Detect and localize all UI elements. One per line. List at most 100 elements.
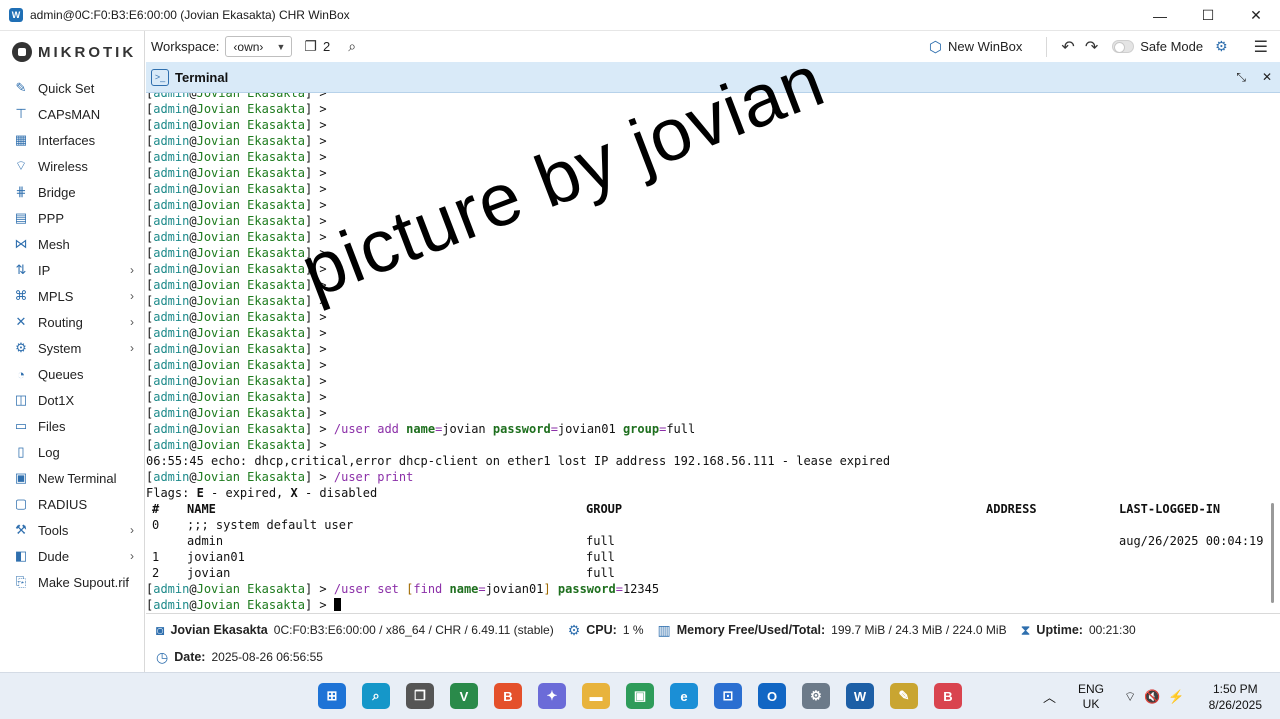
terminal-output[interactable]: [admin@Jovian Ekasakta] > [admin@Jovian …: [146, 93, 1280, 613]
sidebar-item-routing[interactable]: ✕ Routing ›: [0, 309, 144, 335]
prompt-at: @: [189, 134, 197, 148]
show-hidden-icons-icon[interactable]: ︿: [1043, 687, 1056, 706]
flag-x: X: [290, 486, 298, 500]
safe-mode-settings-icon[interactable]: ⚙: [1215, 38, 1228, 55]
date-value: 2025-08-26 06:56:55: [211, 650, 323, 664]
sidebar-item-radius[interactable]: ▢ RADIUS: [0, 491, 144, 517]
prompt-line: [admin@Jovian Ekasakta] >: [146, 405, 1266, 421]
sidebar-item-files[interactable]: ▭ Files: [0, 413, 144, 439]
sidebar-item-label: Queues: [38, 366, 84, 382]
terminal-app-icon[interactable]: ▣: [626, 683, 654, 709]
prompt-end: ] >: [304, 342, 334, 356]
search-icon[interactable]: ⌕: [348, 38, 356, 55]
sidebar-item-log[interactable]: ▯ Log: [0, 439, 144, 465]
sidebar-item-label: New Terminal: [38, 470, 117, 486]
table-cell: #: [152, 502, 160, 516]
sidebar-item-dude[interactable]: ◧ Dude ›: [0, 543, 144, 569]
brave-beta-icon[interactable]: B: [934, 683, 962, 709]
copilot-icon[interactable]: ✦: [538, 683, 566, 709]
prompt-host: Jovian Ekasakta: [196, 310, 305, 324]
table-cell: 1: [152, 550, 160, 564]
winbox-icon[interactable]: W: [846, 683, 874, 709]
file-explorer-icon[interactable]: ▬: [582, 683, 610, 709]
sidebar-item-quick-set[interactable]: ✎ Quick Set: [0, 75, 144, 101]
sidebar-item-wireless[interactable]: ⌔ Wireless: [0, 153, 144, 179]
search-icon[interactable]: ⌕: [362, 683, 390, 709]
sidebar-item-ppp[interactable]: ▤ PPP: [0, 205, 144, 231]
prompt-end: ] >: [304, 150, 334, 164]
notepad-icon[interactable]: ✎: [890, 683, 918, 709]
sidebar-item-tools[interactable]: ⚒ Tools ›: [0, 517, 144, 543]
command-path: /user: [333, 422, 378, 436]
table-row: 1 jovian01 full: [146, 549, 1266, 565]
safe-mode-label[interactable]: Safe Mode: [1140, 39, 1203, 54]
sidebar-item-make-supout-rif[interactable]: ⎘ Make Supout.rif: [0, 569, 144, 595]
prompt-line: [admin@Jovian Ekasakta] >: [146, 341, 1266, 357]
sidebar-item-bridge[interactable]: ⋕ Bridge: [0, 179, 144, 205]
redo-icon[interactable]: ↷: [1085, 37, 1098, 57]
new-winbox-icon[interactable]: ⬡: [929, 38, 942, 56]
edge-browser-icon[interactable]: e: [670, 683, 698, 709]
taskbar-clock[interactable]: 1:50 PM 8/26/2025: [1209, 681, 1262, 713]
sidebar-item-label: Tools: [38, 522, 69, 538]
prompt-end: ] >: [304, 598, 334, 612]
prompt-at: @: [189, 230, 197, 244]
visual-studio-icon[interactable]: V: [450, 683, 478, 709]
cpu-value: 1 %: [622, 623, 644, 637]
sidebar-item-dot1x[interactable]: ◫ Dot1X: [0, 387, 144, 413]
prompt-at: @: [189, 470, 197, 484]
status-bar: ◙ Jovian Ekasakta 0C:F0:B3:E6:00:00 / x8…: [146, 613, 1280, 672]
dot1x-icon: ◫: [14, 392, 28, 407]
sidebar-item-system[interactable]: ⚙ System ›: [0, 335, 144, 361]
safe-mode-toggle[interactable]: [1112, 40, 1135, 53]
maximize-button[interactable]: ☐: [1184, 0, 1232, 31]
sidebar-item-interfaces[interactable]: ▦ Interfaces: [0, 127, 144, 153]
sidebar-item-queues[interactable]: ◔ Queues: [0, 361, 144, 387]
sidebar-item-new-terminal[interactable]: ▣ New Terminal: [0, 465, 144, 491]
prompt-user: admin: [153, 118, 190, 132]
sidebar-item-label: Mesh: [38, 236, 70, 252]
prompt-host: Jovian Ekasakta: [196, 214, 305, 228]
sidebar-item-mpls[interactable]: ⌘ MPLS ›: [0, 283, 144, 309]
language-indicator[interactable]: ENG UK: [1078, 682, 1104, 712]
sidebar-item-mesh[interactable]: ⋈ Mesh: [0, 231, 144, 257]
close-button[interactable]: ✕: [1232, 0, 1280, 31]
undo-icon[interactable]: ↶: [1061, 37, 1074, 57]
window-count: 2: [322, 39, 331, 54]
terminal-close-icon[interactable]: ✕: [1262, 70, 1272, 85]
task-view-icon[interactable]: ❐: [406, 683, 434, 709]
cpu-icon: ⚙: [567, 621, 581, 638]
chevron-right-icon: ›: [130, 549, 134, 563]
prompt-host: Jovian Ekasakta: [196, 406, 305, 420]
new-winbox-button[interactable]: New WinBox: [948, 39, 1022, 54]
find-cmd: find: [413, 582, 450, 596]
workspace-select[interactable]: ‹own› ▼: [225, 36, 293, 57]
prompt-end: ] >: [304, 166, 334, 180]
minimize-button[interactable]: —: [1136, 0, 1184, 31]
prompt-end: ] >: [304, 582, 334, 596]
prompt-user: admin: [153, 326, 190, 340]
windows-taskbar: ⊞ ⌕ ❐ V B ✦ ▬ ▣ e ⊡ O ⚙ W ✎ B ︿ ENG UK ⌔🔇⚡ 1:50 PM 8/2…: [0, 672, 1280, 719]
sidebar-item-ip[interactable]: ⇅ IP ›: [0, 257, 144, 283]
arg-key: group: [622, 422, 660, 436]
network-volume-battery-icons[interactable]: ⌔🔇⚡: [1124, 689, 1193, 705]
terminal-scrollbar[interactable]: [1271, 503, 1274, 603]
chevron-right-icon: ›: [130, 289, 134, 303]
prompt-at: @: [189, 93, 197, 100]
settings-icon[interactable]: ⚙: [802, 683, 830, 709]
sidebar-item-capsman[interactable]: ⊤ CAPsMAN: [0, 101, 144, 127]
shrink-icon[interactable]: ⤡: [1236, 70, 1246, 85]
outlook-icon[interactable]: O: [758, 683, 786, 709]
hamburger-menu-icon[interactable]: ☰: [1254, 37, 1268, 57]
prompt-host: Jovian Ekasakta: [196, 182, 305, 196]
brave-browser-icon[interactable]: B: [494, 683, 522, 709]
arg-value: jovian01: [557, 422, 616, 436]
windows-start-icon[interactable]: ⊞: [318, 683, 346, 709]
table-cell: ;;; system default user: [187, 518, 354, 532]
prompt-at: @: [189, 150, 197, 164]
store-icon[interactable]: ⊡: [714, 683, 742, 709]
interfaces-icon: ▦: [14, 132, 28, 147]
bridge-icon: ⋕: [15, 184, 27, 199]
windows-stack-icon[interactable]: ❐: [304, 38, 317, 55]
find-close: ]: [543, 582, 551, 596]
